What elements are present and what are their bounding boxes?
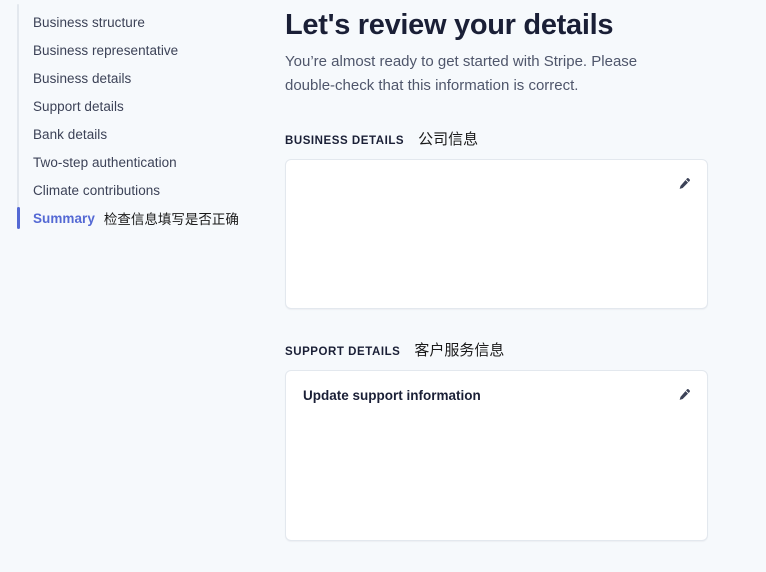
sidebar-item-business-details[interactable]: Business details: [0, 64, 285, 92]
section-business-details: BUSINESS DETAILS 公司信息: [285, 128, 708, 309]
section-support-details: SUPPORT DETAILS 客户服务信息 Update support in…: [285, 339, 708, 541]
main-content: Let's review your details You’re almost …: [285, 0, 766, 541]
sidebar-item-business-structure[interactable]: Business structure: [0, 8, 285, 36]
section-header: SUPPORT DETAILS 客户服务信息: [285, 339, 708, 360]
section-label: BUSINESS DETAILS: [285, 135, 405, 147]
card-row: Update support information: [286, 371, 707, 405]
card-row-label: Update support information: [303, 388, 481, 403]
sidebar-item-label: Summary: [33, 210, 95, 226]
onboarding-summary-page: Business structure Business representati…: [0, 0, 766, 572]
sidebar-item-annotation: 检查信息填写是否正确: [103, 212, 239, 228]
section-annotation: 公司信息: [418, 130, 479, 148]
sidebar-item-bank-details[interactable]: Bank details: [0, 120, 285, 148]
sidebar-item-label: Business details: [33, 70, 132, 86]
section-label: SUPPORT DETAILS: [285, 346, 401, 358]
sidebar-step-list: Business structure Business representati…: [0, 8, 285, 232]
sidebar-item-label: Bank details: [33, 126, 108, 142]
sidebar-item-label: Two-step authentication: [33, 154, 177, 170]
page-title: Let's review your details: [285, 9, 614, 41]
pencil-icon: [676, 177, 691, 192]
sidebar-item-business-representative[interactable]: Business representative: [0, 36, 285, 64]
section-header: BUSINESS DETAILS 公司信息: [285, 128, 708, 149]
sidebar-item-two-step-authentication[interactable]: Two-step authentication: [0, 148, 285, 176]
card-row: [286, 160, 707, 176]
support-details-card: Update support information: [285, 370, 708, 541]
business-details-card: [285, 159, 708, 309]
pencil-icon: [676, 388, 691, 403]
sidebar-item-label: Climate contributions: [33, 182, 161, 198]
sidebar-item-summary[interactable]: Summary 检查信息填写是否正确: [0, 204, 285, 232]
page-subtitle: You’re almost ready to get started with …: [285, 53, 638, 94]
sidebar-item-label: Business representative: [33, 42, 179, 58]
sidebar-item-support-details[interactable]: Support details: [0, 92, 285, 120]
sidebar-item-label: Business structure: [33, 14, 145, 30]
edit-support-details-button[interactable]: [673, 385, 693, 405]
sidebar-item-climate-contributions[interactable]: Climate contributions: [0, 176, 285, 204]
onboarding-step-sidebar: Business structure Business representati…: [0, 0, 285, 572]
active-step-marker: [17, 207, 20, 229]
edit-business-details-button[interactable]: [673, 174, 693, 194]
sidebar-item-label: Support details: [33, 98, 124, 114]
section-annotation: 客户服务信息: [414, 341, 505, 359]
